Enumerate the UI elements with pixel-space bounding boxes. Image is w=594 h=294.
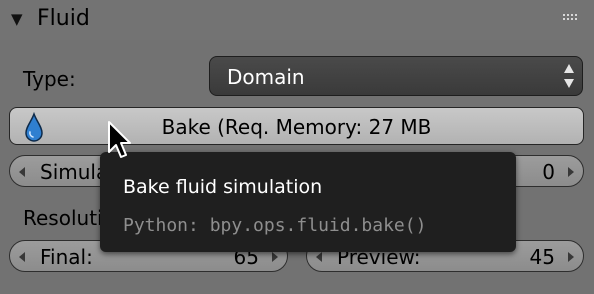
final-label: Final: (40, 245, 93, 269)
bake-button-label: Bake (Req. Memory: 27 MB (161, 115, 432, 139)
type-dropdown-value: Domain (227, 65, 305, 89)
increment-arrow-icon[interactable] (568, 252, 574, 262)
simulation-threads-value: 0 (542, 160, 555, 184)
type-dropdown[interactable]: Domain (209, 56, 583, 96)
drag-handle-icon[interactable] (563, 14, 581, 22)
tooltip: Bake fluid simulation Python: bpy.ops.fl… (100, 152, 516, 252)
collapse-arrow-icon[interactable]: ▼ (11, 9, 23, 29)
panel-title: Fluid (37, 6, 90, 31)
mouse-pointer-icon (108, 121, 131, 158)
tooltip-python: Python: bpy.ops.fluid.bake() (123, 215, 427, 236)
decrement-arrow-icon[interactable] (316, 252, 322, 262)
type-label: Type: (23, 67, 76, 91)
tooltip-title: Bake fluid simulation (123, 176, 323, 198)
increment-arrow-icon[interactable] (568, 167, 574, 177)
increment-arrow-icon[interactable] (272, 252, 278, 262)
decrement-arrow-icon[interactable] (19, 167, 25, 177)
panel-header[interactable]: ▼ Fluid (0, 0, 594, 40)
decrement-arrow-icon[interactable] (19, 252, 25, 262)
preview-value: 45 (529, 245, 555, 269)
up-down-arrows-icon (564, 64, 574, 88)
bake-button[interactable]: Bake (Req. Memory: 27 MB (9, 107, 584, 145)
